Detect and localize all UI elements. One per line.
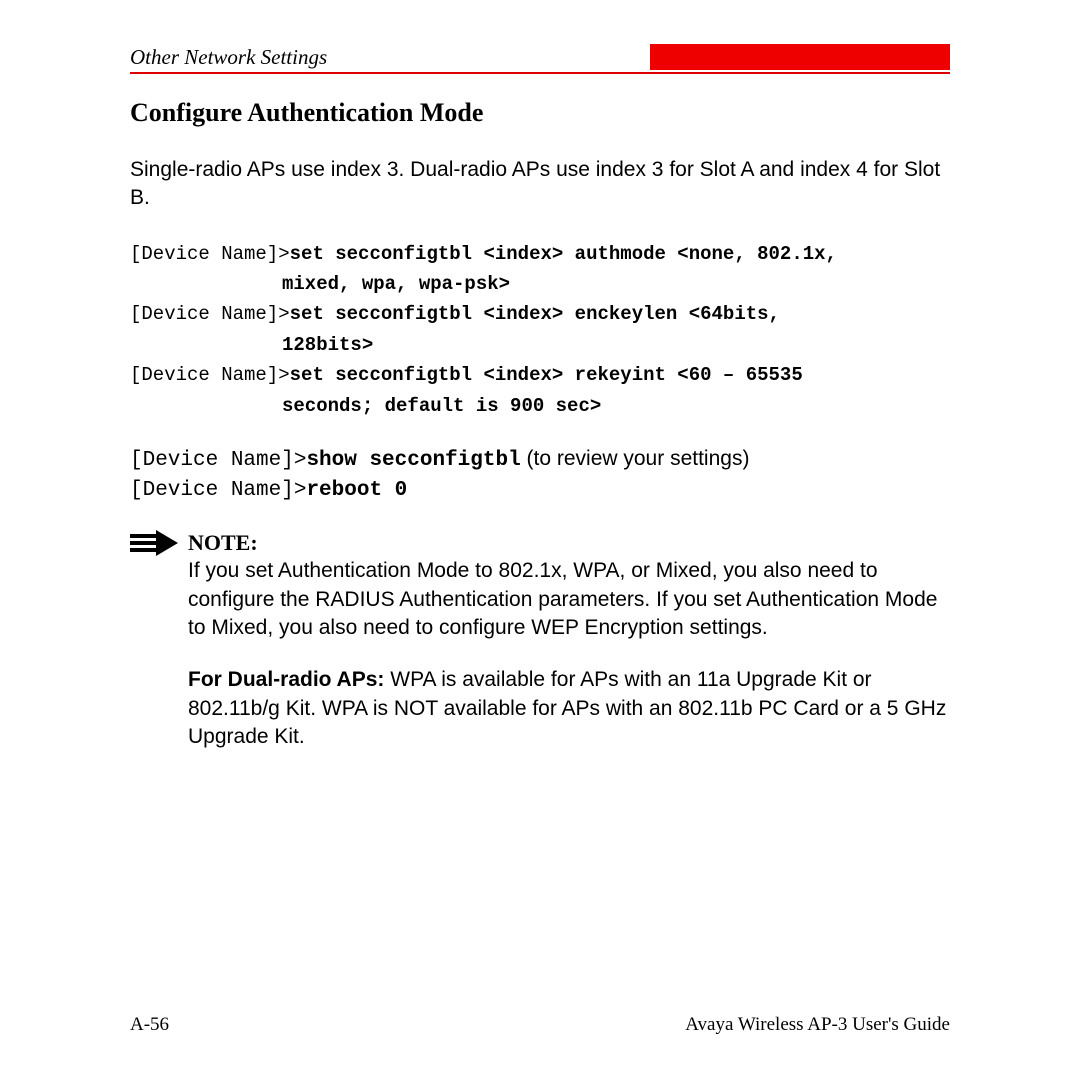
command-block: [Device Name]>set secconfigtbl <index> a… — [130, 239, 950, 421]
note-body: NOTE: If you set Authentication Mode to … — [188, 528, 950, 752]
command-text: reboot 0 — [306, 479, 407, 502]
command-text: show secconfigtbl — [306, 449, 520, 472]
command-continuation: 128bits> — [130, 330, 950, 360]
prompt: [Device Name]> — [130, 449, 306, 472]
command-line: [Device Name]>set secconfigtbl <index> r… — [130, 360, 950, 390]
breadcrumb: Other Network Settings — [130, 45, 327, 70]
page-footer: A-56 Avaya Wireless AP-3 User's Guide — [130, 1014, 950, 1036]
command-continuation: mixed, wpa, wpa-psk> — [130, 269, 950, 299]
note-label: NOTE: — [188, 528, 950, 558]
prompt: [Device Name]> — [130, 303, 290, 325]
review-line: [Device Name]>show secconfigtbl (to revi… — [130, 445, 950, 475]
command-continuation: seconds; default is 900 sec> — [130, 391, 950, 421]
note-paragraph: If you set Authentication Mode to 802.1x… — [188, 557, 950, 642]
command-text: set secconfigtbl <index> enckeylen <64bi… — [290, 303, 780, 325]
document-page: Other Network Settings Configure Authent… — [0, 0, 1080, 751]
header-accent-bar — [650, 44, 950, 70]
page-header: Other Network Settings — [130, 44, 950, 74]
review-block: [Device Name]>show secconfigtbl (to revi… — [130, 445, 950, 506]
note-paragraph: For Dual-radio APs: WPA is available for… — [188, 666, 950, 751]
intro-paragraph: Single-radio APs use index 3. Dual-radio… — [130, 156, 950, 213]
command-line: [Device Name]>set secconfigtbl <index> e… — [130, 299, 950, 329]
prompt: [Device Name]> — [130, 243, 290, 265]
prompt: [Device Name]> — [130, 364, 290, 386]
review-line: [Device Name]>reboot 0 — [130, 475, 950, 505]
dual-radio-label: For Dual-radio APs: — [188, 668, 390, 691]
command-text: set secconfigtbl <index> authmode <none,… — [290, 243, 837, 265]
note-block: NOTE: If you set Authentication Mode to … — [130, 528, 950, 752]
command-text: set secconfigtbl <index> rekeyint <60 – … — [290, 364, 803, 386]
prompt: [Device Name]> — [130, 479, 306, 502]
section-title: Configure Authentication Mode — [130, 98, 950, 128]
document-title: Avaya Wireless AP-3 User's Guide — [685, 1014, 950, 1036]
note-arrow-icon — [130, 528, 178, 752]
command-line: [Device Name]>set secconfigtbl <index> a… — [130, 239, 950, 269]
command-tail: (to review your settings) — [521, 447, 750, 470]
page-number: A-56 — [130, 1014, 169, 1036]
